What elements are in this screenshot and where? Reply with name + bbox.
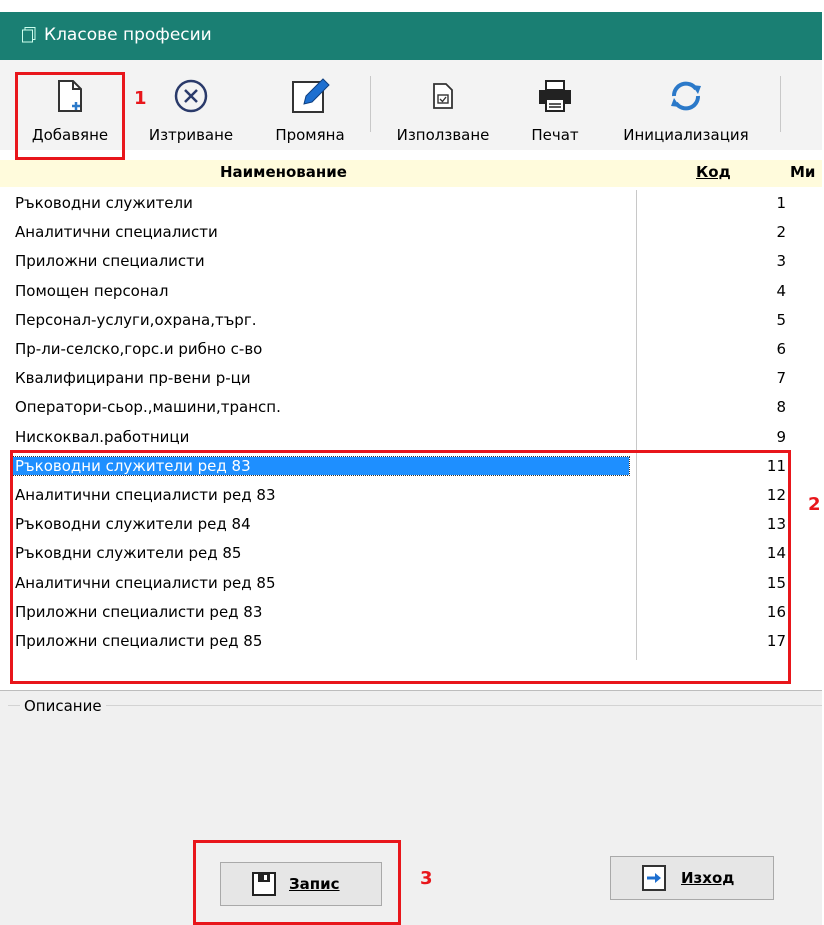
column-header-more[interactable]: Ми [790, 163, 815, 181]
annotation-number-1: 1 [134, 88, 147, 109]
delete-button[interactable]: Изтриване [136, 72, 246, 150]
delete-circle-x-icon [174, 79, 208, 113]
refresh-sync-icon [671, 81, 701, 111]
table-row[interactable]: Оператори-сьор.,машини,трансп. 8 [10, 394, 790, 423]
row-name: Нискоквал.работници [15, 427, 190, 446]
table-row[interactable]: Приложни специалисти 3 [10, 248, 790, 277]
window-icon [22, 27, 36, 43]
row-name: Оператори-сьор.,машини,трансп. [15, 398, 281, 417]
table-header: Наименование Код Ми [0, 160, 822, 187]
exit-label: Изход [681, 869, 735, 887]
table-row[interactable]: Нискоквал.работници 9 [10, 424, 790, 453]
annotation-box-1 [15, 72, 125, 160]
edit-label: Промяна [275, 126, 345, 144]
row-name: Квалифицирани пр-вени р-ци [15, 369, 251, 388]
table-row[interactable]: Аналитични специалисти 2 [10, 219, 790, 248]
description-panel: Описание [0, 690, 822, 831]
row-code: 6 [776, 340, 786, 358]
annotation-box-3 [193, 840, 401, 925]
row-code: 7 [776, 369, 786, 388]
exit-button[interactable]: Изход [610, 856, 774, 900]
init-label: Инициализация [623, 126, 749, 144]
printer-icon [539, 80, 571, 112]
window-title: Класове професии [44, 25, 212, 45]
title-bar: Класове професии [0, 12, 822, 60]
row-name: Персонал-услуги,охрана,търг. [15, 310, 257, 329]
toolbar-separator [780, 76, 781, 132]
row-code: 9 [776, 427, 786, 446]
row-code: 8 [776, 398, 786, 417]
use-button[interactable]: Използване [378, 72, 508, 150]
use-label: Използване [396, 126, 490, 144]
annotation-box-2 [10, 450, 791, 684]
row-code: 4 [776, 281, 786, 300]
row-name: Ръководни служители [15, 194, 193, 212]
table-row[interactable]: Персонал-услуги,охрана,търг. 5 [10, 307, 790, 336]
document-check-icon [433, 83, 453, 109]
row-code: 1 [776, 194, 786, 212]
print-button[interactable]: Печат [520, 72, 590, 150]
column-header-code[interactable]: Код [696, 163, 731, 181]
description-label: Описание [20, 697, 106, 715]
table-row[interactable]: Квалифицирани пр-вени р-ци 7 [10, 365, 790, 394]
table-row[interactable]: Пр-ли-селско,горс.и рибно с-во 6 [10, 336, 790, 365]
edit-pencil-icon [292, 78, 330, 113]
row-name: Пр-ли-селско,горс.и рибно с-во [15, 340, 263, 358]
delete-label: Изтриване [148, 126, 234, 144]
annotation-number-3: 3 [420, 868, 433, 889]
description-frame[interactable] [8, 705, 822, 818]
init-button[interactable]: Инициализация [596, 72, 776, 150]
toolbar-separator [370, 76, 371, 132]
row-name: Помощен персонал [15, 281, 169, 300]
print-label: Печат [531, 126, 579, 144]
column-header-name[interactable]: Наименование [220, 163, 347, 181]
row-name: Приложни специалисти [15, 252, 205, 271]
table-row[interactable]: Ръководни служители 1 [10, 190, 790, 219]
row-code: 2 [776, 223, 786, 242]
row-code: 5 [776, 310, 786, 329]
row-name: Аналитични специалисти [15, 223, 218, 242]
bottom-bar: Запис Изход [0, 830, 822, 925]
edit-button[interactable]: Промяна [260, 72, 360, 150]
row-code: 3 [776, 252, 786, 271]
exit-arrow-icon [642, 865, 666, 891]
table-row[interactable]: Помощен персонал 4 [10, 278, 790, 307]
annotation-number-2: 2 [808, 494, 821, 515]
